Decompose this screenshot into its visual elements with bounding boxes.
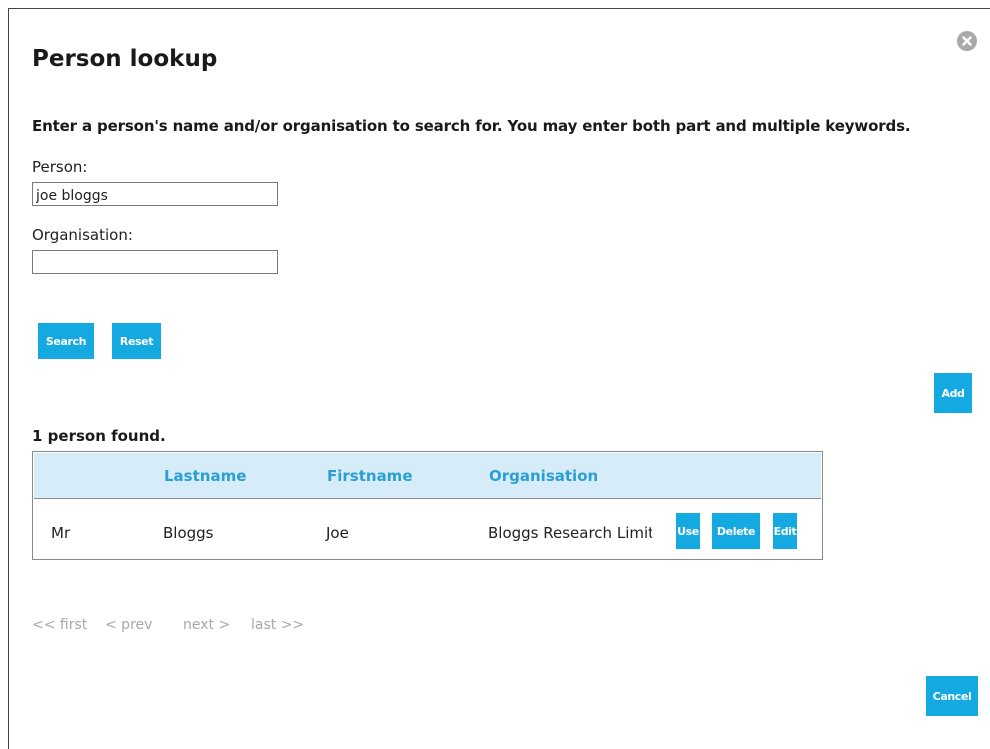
close-icon[interactable]	[957, 31, 977, 51]
cell-firstname: Joe	[326, 524, 349, 542]
person-input[interactable]	[32, 182, 278, 206]
pagination-first[interactable]: << first	[32, 617, 87, 633]
dialog-title: Person lookup	[32, 46, 218, 72]
cell-lastname: Bloggs	[163, 524, 214, 542]
results-table: Lastname Firstname Organisation Mr Blogg…	[32, 451, 823, 560]
use-button[interactable]: Use	[676, 513, 700, 549]
pagination-next[interactable]: next >	[183, 617, 230, 633]
pagination-prev[interactable]: < prev	[105, 617, 152, 633]
search-button[interactable]: Search	[38, 323, 94, 359]
column-header-organisation: Organisation	[489, 467, 599, 485]
edit-button[interactable]: Edit	[773, 513, 797, 549]
column-header-firstname: Firstname	[327, 467, 413, 485]
column-header-lastname: Lastname	[164, 467, 247, 485]
search-instructions: Enter a person's name and/or organisatio…	[32, 117, 911, 135]
add-button[interactable]: Add	[934, 373, 972, 413]
organisation-input[interactable]	[32, 250, 278, 274]
result-count: 1 person found.	[32, 427, 166, 445]
delete-button[interactable]: Delete	[712, 513, 760, 549]
person-label: Person:	[32, 158, 88, 176]
pagination-last[interactable]: last >>	[251, 617, 304, 633]
reset-button[interactable]: Reset	[112, 323, 161, 359]
cell-title: Mr	[51, 524, 71, 542]
cancel-button[interactable]: Cancel	[926, 676, 978, 716]
table-header: Lastname Firstname Organisation	[34, 453, 821, 499]
cell-organisation: Bloggs Research Limited	[488, 524, 652, 542]
organisation-label: Organisation:	[32, 226, 133, 244]
